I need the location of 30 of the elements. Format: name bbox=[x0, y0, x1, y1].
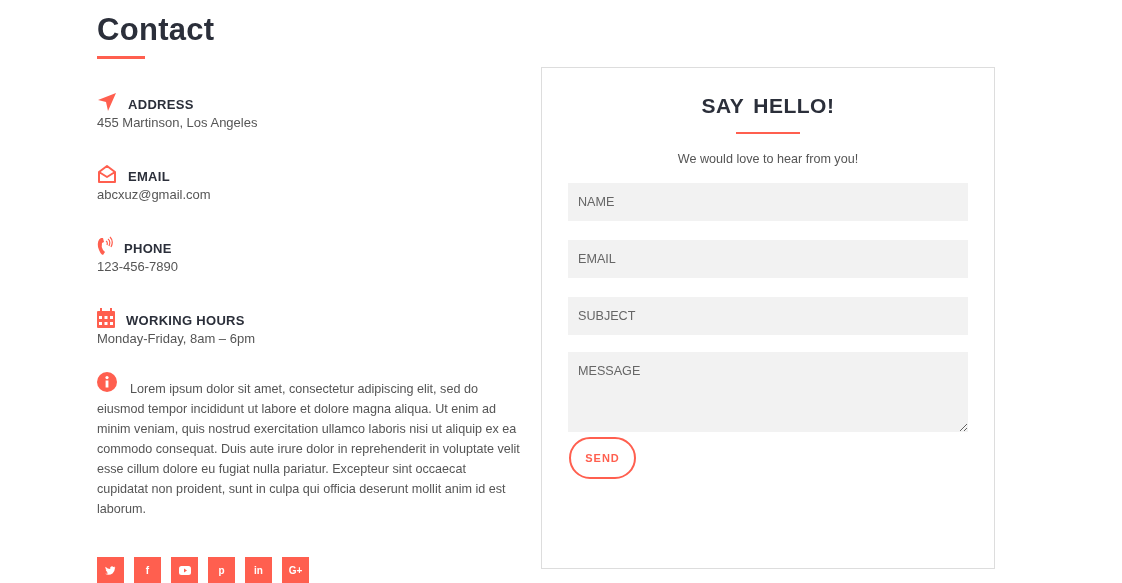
contact-value: abcxuz@gmail.com bbox=[97, 186, 211, 204]
info-icon bbox=[97, 372, 117, 392]
social-button[interactable]: G+ bbox=[282, 556, 309, 583]
social-button[interactable]: in bbox=[245, 556, 272, 583]
calendar-icon bbox=[97, 308, 115, 328]
navigation-arrow-icon bbox=[97, 92, 117, 112]
input-field[interactable]: EMAIL bbox=[568, 240, 968, 278]
phone-icon bbox=[97, 236, 113, 256]
contact-label: PHONE bbox=[124, 241, 172, 256]
contact-label: WORKING HOURS bbox=[126, 313, 245, 328]
send-button[interactable]: SEND bbox=[569, 437, 636, 479]
form-subtitle: We would love to hear from you! bbox=[677, 152, 859, 166]
contact-label: ADDRESS bbox=[128, 97, 194, 112]
social-button[interactable] bbox=[171, 556, 198, 583]
contact-value: 123-456-7890 bbox=[97, 258, 178, 276]
social-button[interactable]: p bbox=[208, 556, 235, 583]
contact-value: Monday-Friday, 8am – 6pm bbox=[97, 330, 255, 348]
page-title: Contact bbox=[97, 12, 215, 48]
contact-value: 455 Martinson, Los Angeles bbox=[97, 114, 258, 132]
contact-label: EMAIL bbox=[128, 169, 170, 184]
envelope-icon bbox=[97, 164, 117, 184]
input-field[interactable]: SUBJECT bbox=[568, 297, 968, 335]
bird-icon bbox=[105, 565, 116, 575]
info-paragraph: Lorem ipsum dolor sit amet, consectetur adipiscing elit, sed do eiusmod tempor incididunt ut labore et dolore magna aliqua. Ut enim ad minim veniam, quis nostrud exercitation ullamco laboris nisi ut aliquip ex ea commodo consequat. Duis aute irure dolor in reprehenderit in voluptate velit esse cillum dolore eu fugiat nulla pariatur. Excepteur sint occaecat cupidatat non proident, sunt in culpa qui officia deserunt mollit anim id est laborum. bbox=[97, 379, 520, 519]
message-field[interactable]: MESSAGE bbox=[568, 352, 968, 432]
social-button[interactable] bbox=[97, 556, 124, 583]
form-title: SAY HELLO! bbox=[701, 94, 835, 118]
play-icon bbox=[178, 565, 191, 575]
input-field[interactable]: NAME bbox=[568, 183, 968, 221]
social-button[interactable]: f bbox=[134, 556, 161, 583]
